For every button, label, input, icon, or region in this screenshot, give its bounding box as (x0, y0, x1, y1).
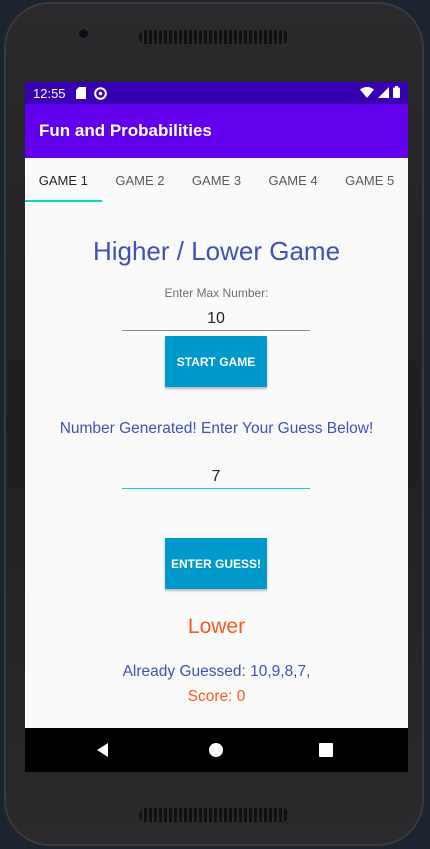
score-text: Score: 0 (187, 688, 246, 705)
sync-icon (93, 86, 107, 100)
tab-game-3[interactable]: GAME 3 (178, 158, 255, 202)
guess-input[interactable] (122, 466, 310, 489)
tab-game-2[interactable]: GAME 2 (102, 158, 179, 202)
start-game-button[interactable]: START GAME (165, 336, 267, 387)
tab-game-5[interactable]: GAME 5 (331, 158, 408, 202)
status-right-icons (360, 85, 400, 101)
max-number-input[interactable] (122, 308, 310, 331)
app-bar: Fun and Probabilities (25, 104, 408, 158)
battery-icon (393, 85, 400, 101)
status-time: 12:55 (33, 85, 66, 101)
back-icon[interactable] (96, 743, 110, 757)
tab-bar: GAME 1 GAME 2 GAME 3 GAME 4 GAME 5 (25, 158, 408, 202)
already-guessed-text: Already Guessed: 10,9,8,7, (122, 663, 311, 680)
status-message: Number Generated! Enter Your Guess Below… (59, 420, 374, 437)
wifi-icon (360, 86, 374, 101)
max-number-label: Enter Max Number: (164, 286, 269, 300)
sd-card-icon (75, 87, 86, 99)
signal-icon (378, 86, 389, 101)
status-bar: 12:55 (25, 82, 408, 104)
top-speaker (139, 30, 289, 44)
bottom-speaker (139, 808, 289, 822)
navigation-bar (25, 728, 408, 772)
tab-game-1[interactable]: GAME 1 (25, 158, 102, 202)
app-title: Fun and Probabilities (39, 121, 212, 140)
screen: 12:55 Fun and Probabilities GAME 1 GAME … (25, 82, 408, 772)
recents-icon[interactable] (319, 743, 333, 757)
tab-game-4[interactable]: GAME 4 (255, 158, 332, 202)
phone-frame: 12:55 Fun and Probabilities GAME 1 GAME … (4, 2, 424, 846)
result-text: Lower (187, 615, 246, 638)
front-camera (79, 29, 88, 38)
game-title: Higher / Lower Game (92, 236, 341, 266)
game-content: Higher / Lower Game Enter Max Number: ST… (25, 202, 408, 772)
home-icon[interactable] (209, 743, 223, 757)
enter-guess-button[interactable]: ENTER GUESS! (165, 538, 267, 589)
